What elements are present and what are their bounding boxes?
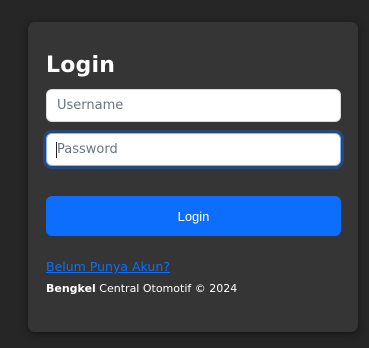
username-placeholder: Username (57, 98, 124, 113)
login-button[interactable]: Login (46, 196, 341, 236)
password-placeholder: Password (57, 142, 118, 157)
password-input[interactable]: Password (46, 133, 341, 166)
footer-credit: Bengkel Central Otomotif © 2024 (46, 282, 237, 295)
login-title: Login (46, 53, 116, 78)
footer-brand: Bengkel (46, 282, 96, 295)
register-link[interactable]: Belum Punya Akun? (46, 259, 170, 274)
username-input[interactable]: Username (46, 89, 341, 122)
footer-text: Central Otomotif © 2024 (95, 282, 238, 295)
login-card: Login Username Password Login Belum Puny… (28, 22, 358, 332)
page: Login Username Password Login Belum Puny… (0, 0, 369, 348)
